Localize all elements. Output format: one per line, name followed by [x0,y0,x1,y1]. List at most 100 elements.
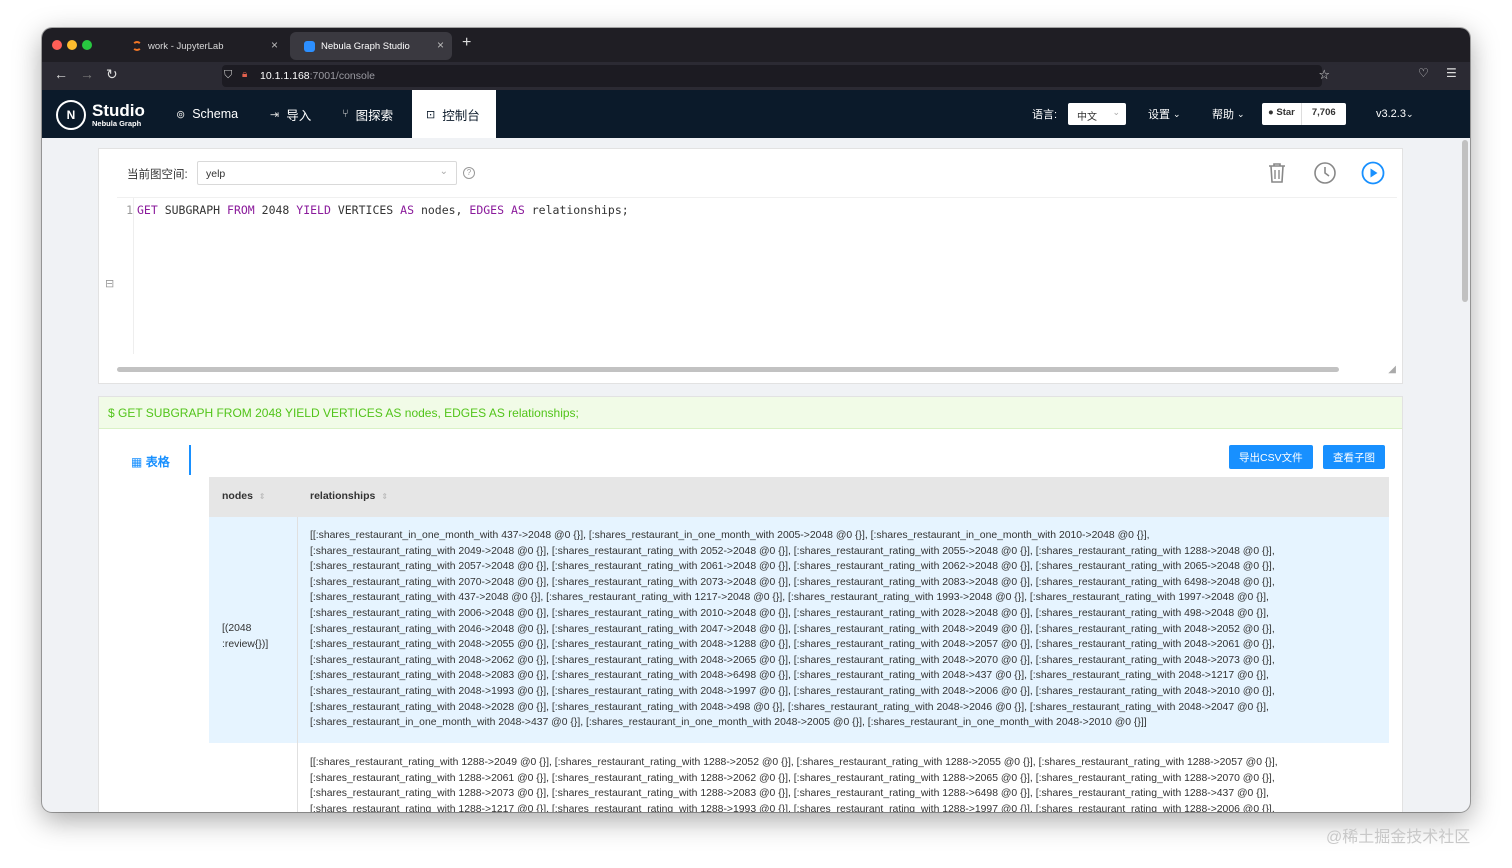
browser-tab-jupyter[interactable]: work - JupyterLab × [118,32,286,60]
history-button[interactable] [1313,161,1337,185]
query-keyword: FROM [227,203,255,217]
result-panel: $ GET SUBGRAPH FROM 2048 YIELD VERTICES … [98,396,1403,812]
query-keyword: AS [510,203,525,217]
relationships-line: [[:shares_restaurant_in_one_month_with 4… [310,530,1150,541]
settings-label: 设置 [1148,109,1170,121]
nebula-logo-icon: N [56,100,86,130]
relationships-cell: [[:shares_restaurant_in_one_month_with 4… [310,528,1275,731]
nav-schema[interactable]: ⊚ Schema [176,90,238,138]
space-value: yelp [206,168,226,180]
query-code[interactable]: GET SUBGRAPH FROM 2048 YIELD VERTICES AS… [137,203,629,217]
relationships-line: [:shares_restaurant_rating_with 2048->20… [310,639,1275,651]
table-row[interactable]: [(2048:review{})] [[:shares_restaurant_i… [209,517,1389,743]
app-menu-icon[interactable]: ☰ [1446,66,1457,80]
editor-horizontal-scrollbar[interactable] [117,367,1339,372]
chevron-down-icon: ⌄ [439,166,448,177]
column-label: nodes [222,490,253,502]
export-csv-button[interactable]: 导出CSV文件 [1229,445,1313,469]
jupyter-icon [132,41,142,51]
tab-table[interactable]: ▦ 表格 [131,445,191,475]
nav-explore[interactable]: ⑂ 图探索 [342,90,393,138]
lock-icon: 🔒︎ [242,69,248,80]
nav-import[interactable]: ⇥ 导入 [270,90,311,138]
app-header: N Studio Nebula Graph ⊚ Schema ⇥ 导入 ⑂ 图探… [42,90,1470,138]
reload-icon[interactable]: ↻ [106,66,118,83]
github-icon: ● [1268,107,1274,118]
studio-logo[interactable]: N Studio Nebula Graph [56,100,145,130]
view-subgraph-button[interactable]: 查看子图 [1323,445,1385,469]
space-select[interactable]: yelp ⌄ [197,161,457,185]
relationships-line: [:shares_restaurant_rating_with 2049->20… [310,545,1275,557]
help-label: 帮助 [1212,109,1234,121]
language-select[interactable]: 中文 ⌄ [1068,103,1126,125]
relationships-line: [:shares_restaurant_rating_with 2048->20… [310,654,1275,666]
language-label: 语言: [1032,109,1058,121]
chevron-down-icon: ⌄ [1237,108,1245,119]
column-header-nodes[interactable]: nodes ⇕ [222,490,266,502]
query-text: SUBGRAPH [157,203,228,217]
branch-icon: ⑂ [342,108,349,120]
settings-menu[interactable]: 设置 ⌄ [1148,90,1181,138]
nav-console[interactable]: ⊡ 控制台 [412,90,496,138]
relationships-line: [:shares_restaurant_rating_with 2048->20… [310,701,1269,713]
github-star-label: Star [1276,107,1295,118]
query-editor[interactable]: 1 GET SUBGRAPH FROM 2048 YIELD VERTICES … [117,197,1397,354]
version-menu[interactable]: v3.2.3 ⌄ [1376,90,1414,138]
minimize-window-button[interactable] [67,40,77,50]
table-icon: ▦ [131,455,143,469]
close-window-button[interactable] [52,40,62,50]
relationships-line: [:shares_restaurant_rating_with 2048->20… [310,670,1269,682]
clear-button[interactable] [1265,161,1289,185]
relationships-line: [:shares_restaurant_rating_with 1288->20… [310,788,1269,800]
shield-icon: ⛉ [224,69,233,81]
save-query-icon[interactable]: ⊟ [105,277,114,290]
column-header-relationships[interactable]: relationships ⇕ [310,490,388,502]
result-table: nodes ⇕ relationships ⇕ [(2048:review{})] … [209,477,1389,812]
import-icon: ⇥ [270,108,280,121]
nav-label: 图探索 [355,108,394,123]
url-host: 10.1.1.168 [260,70,310,82]
help-menu[interactable]: 帮助 ⌄ [1212,90,1245,138]
github-star-count[interactable]: 7,706 [1301,103,1346,125]
bookmark-star-icon[interactable]: ☆ [1318,67,1330,83]
chevron-down-icon: ⌄ [1173,108,1181,119]
address-bar[interactable]: ⛉ 🔒︎ 10.1.1.168:7001/console ☆ [222,65,1330,87]
tab-table-label: 表格 [145,455,170,469]
close-tab-icon[interactable]: × [271,38,278,52]
query-keyword: GET [137,203,158,217]
relationships-line: [[:shares_restaurant_rating_with 1288->2… [310,757,1278,768]
page-vertical-scrollbar[interactable] [1462,140,1468,302]
browser-toolbar: ← → ↻ ⛉ 🔒︎ 10.1.1.168:7001/console ☆ ♡ ☰ [42,62,1470,90]
github-star[interactable]: ● Star [1262,103,1302,125]
close-tab-icon[interactable]: × [437,38,444,52]
browser-tab-nebula[interactable]: Nebula Graph Studio × [290,32,452,60]
github-star-button[interactable]: ● Star 7,706 [1262,103,1346,125]
sort-icon[interactable]: ⇕ [259,492,266,501]
resize-handle-icon[interactable]: ◢ [1388,364,1396,375]
query-keyword: YIELD [296,203,331,217]
nodes-line: :review{})] [222,638,269,650]
query-text [504,203,511,217]
nebula-icon [304,40,315,52]
forward-icon[interactable]: → [80,66,94,82]
sort-icon[interactable]: ⇕ [381,492,388,501]
query-keyword: EDGES [469,203,505,217]
question-circle-icon[interactable]: ? [463,167,475,179]
play-icon [1361,161,1385,185]
back-icon[interactable]: ← [54,66,68,82]
column-divider [297,517,298,812]
pocket-icon[interactable]: ♡ [1418,66,1429,80]
nav-label: 导入 [286,108,312,123]
relationships-line: [:shares_restaurant_rating_with 437->204… [310,592,1269,604]
new-tab-icon[interactable]: + [462,34,471,52]
run-button[interactable] [1361,161,1385,185]
query-text: VERTICES [330,203,401,217]
console-panel: 当前图空间: yelp ⌄ ? 1 GET SUBGRAPH FROM 2048… [98,148,1403,384]
relationships-line: [:shares_restaurant_rating_with 1288->12… [310,803,1275,812]
query-text: nodes, [414,203,470,217]
maximize-window-button[interactable] [82,40,92,50]
table-row[interactable]: [[:shares_restaurant_rating_with 1288->2… [209,744,1389,812]
schema-icon: ⊚ [176,108,186,121]
relationships-line: [:shares_restaurant_rating_with 1288->20… [310,772,1275,784]
watermark: @稀土掘金技术社区 [1326,829,1471,846]
